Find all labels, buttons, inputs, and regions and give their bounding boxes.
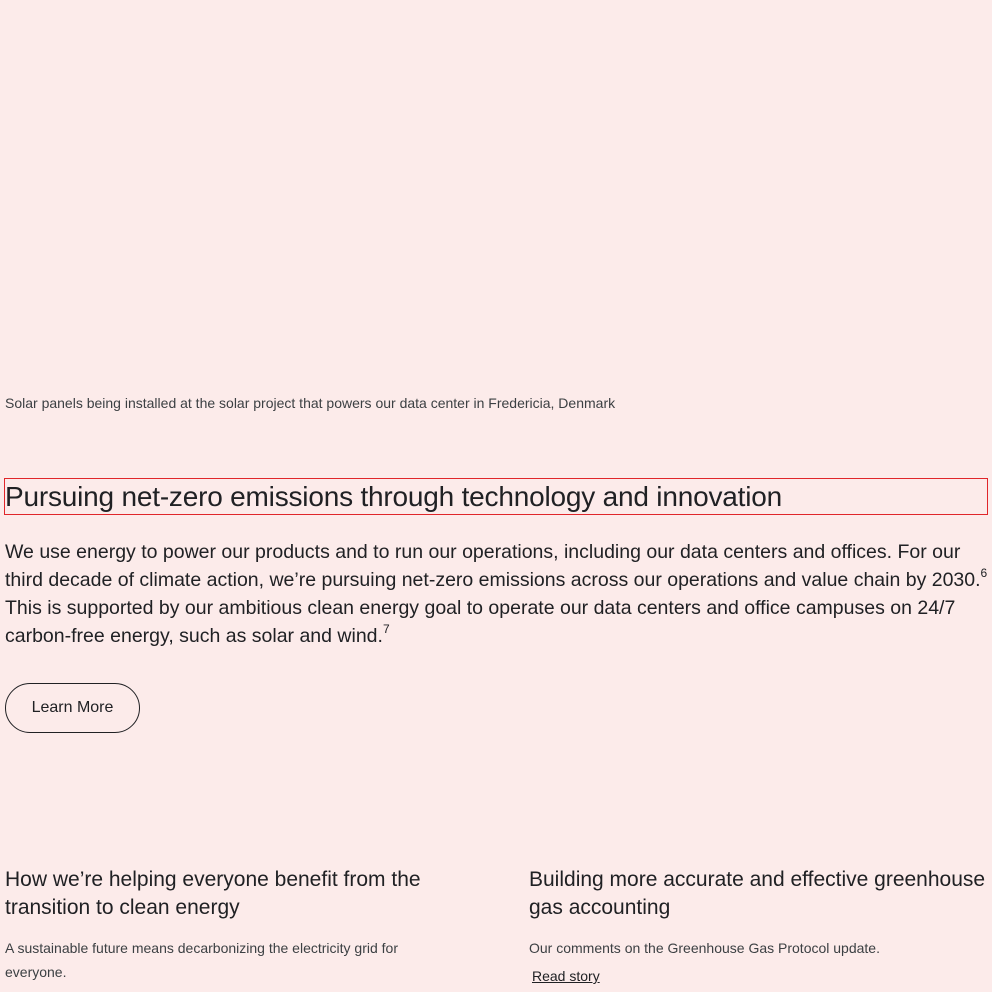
section-heading: Pursuing net-zero emissions through tech… (4, 478, 988, 515)
card-ghg-accounting[interactable]: Building more accurate and effective gre… (529, 866, 989, 986)
section-body: We use energy to power our products and … (5, 538, 991, 650)
card-clean-energy[interactable]: How we’re helping everyone benefit from … (5, 866, 475, 984)
read-story-link[interactable]: Read story (532, 968, 600, 984)
card-title[interactable]: How we’re helping everyone benefit from … (5, 866, 475, 922)
hero-image (0, 0, 992, 380)
footnote-6[interactable]: 6 (981, 566, 988, 580)
card-description: A sustainable future means decarbonizing… (5, 940, 398, 980)
learn-more-button[interactable]: Learn More (5, 683, 140, 733)
body-text-part2: This is supported by our ambitious clean… (5, 597, 956, 647)
footnote-7[interactable]: 7 (383, 622, 390, 636)
body-text-part1: We use energy to power our products and … (5, 541, 981, 591)
page: Solar panels being installed at the sola… (0, 0, 992, 992)
image-caption: Solar panels being installed at the sola… (5, 395, 616, 411)
card-title[interactable]: Building more accurate and effective gre… (529, 866, 989, 922)
card-description: Our comments on the Greenhouse Gas Proto… (529, 940, 880, 956)
